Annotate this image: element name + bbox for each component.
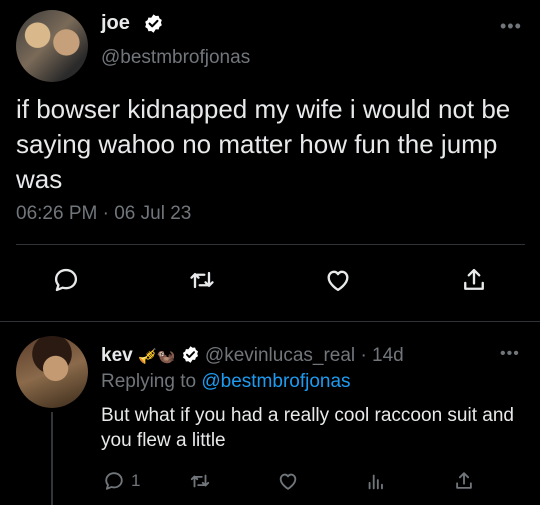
reply-count: 1 <box>131 471 141 490</box>
reply-reply-button[interactable]: 1 <box>103 470 140 492</box>
tweet-timestamp[interactable]: 06:26 PM · 06 Jul 23 <box>16 203 191 225</box>
more-icon[interactable]: ••• <box>500 345 520 363</box>
reply-author-handle[interactable]: @kevinlucas_real <box>205 345 355 366</box>
reply-button[interactable] <box>50 264 82 296</box>
divider <box>16 244 525 245</box>
retweet-icon <box>190 271 214 289</box>
reply-views-button[interactable] <box>365 470 387 492</box>
reply-share-button[interactable] <box>453 470 475 492</box>
author-avatar[interactable] <box>16 10 88 82</box>
author-name[interactable]: joe <box>101 12 130 35</box>
share-icon <box>456 472 472 489</box>
thread-line <box>51 412 53 505</box>
reply-text: But what if you had a really cool raccoo… <box>101 405 514 451</box>
reply-like-button[interactable] <box>277 470 299 492</box>
retweet-icon <box>190 474 210 488</box>
divider <box>0 321 540 322</box>
reply-retweet-button[interactable] <box>189 470 211 492</box>
reply-author-name[interactable]: kev <box>101 345 133 366</box>
share-button[interactable] <box>458 264 490 296</box>
share-icon <box>464 268 484 290</box>
views-icon <box>368 474 383 490</box>
reply-author-emoji: 🎺🦦 <box>137 348 176 365</box>
replying-to: Replying to @bestmbrofjonas <box>101 371 351 393</box>
verified-icon <box>182 346 198 363</box>
like-button[interactable] <box>322 264 354 296</box>
replying-to-label: Replying to <box>101 371 197 392</box>
retweet-button[interactable] <box>186 264 218 296</box>
reply-author-avatar[interactable] <box>16 336 88 408</box>
reply-icon <box>105 472 123 490</box>
reply-age[interactable]: · 14d <box>360 345 403 366</box>
verified-icon <box>145 14 162 33</box>
like-icon <box>327 270 349 292</box>
reply-header: kev 🎺🦦 @kevinlucas_real · 14d <box>101 345 404 367</box>
replying-to-handle[interactable]: @bestmbrofjonas <box>201 371 350 392</box>
reply-icon <box>54 268 78 292</box>
author-handle[interactable]: @bestmbrofjonas <box>101 47 250 69</box>
tweet-text: if bowser kidnapped my wife i would not … <box>16 94 511 194</box>
like-icon <box>279 473 297 490</box>
more-icon[interactable]: ••• <box>500 16 522 37</box>
